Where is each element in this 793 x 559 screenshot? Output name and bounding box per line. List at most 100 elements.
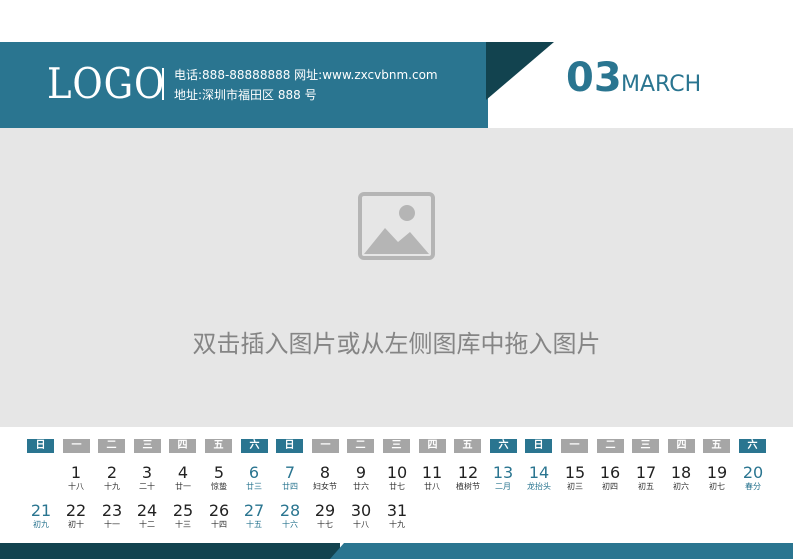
day-number: 10 <box>386 463 408 482</box>
lunar-date: 初六 <box>673 482 689 491</box>
calendar-day[interactable]: 29 十七 <box>308 501 342 530</box>
calendar-day[interactable]: 15 初三 <box>558 463 592 492</box>
lunar-date: 初四 <box>602 482 618 491</box>
contact-address: 地址:深圳市福田区 888 号 <box>174 88 317 102</box>
footer-bar-blue <box>330 543 793 559</box>
day-number: 22 <box>65 501 87 520</box>
contact-phone-website: 电话:888-88888888 网址:www.zxcvbnm.com <box>174 68 438 82</box>
lunar-date: 二十 <box>139 482 155 491</box>
weekday-label: 日 <box>276 439 303 453</box>
calendar-day[interactable]: 19 初七 <box>700 463 734 492</box>
lunar-date: 十七 <box>317 520 333 529</box>
lunar-date: 初九 <box>33 520 49 529</box>
weekday-label: 三 <box>632 439 659 453</box>
calendar-day[interactable]: 8 妇女节 <box>308 463 342 492</box>
weekday-label: 五 <box>703 439 730 453</box>
lunar-date: 十一 <box>104 520 120 529</box>
lunar-date: 十三 <box>175 520 191 529</box>
calendar-day[interactable]: 12 植树节 <box>451 463 485 492</box>
weekday-label: 四 <box>668 439 695 453</box>
calendar-day[interactable]: 11 廿八 <box>415 463 449 492</box>
calendar-day[interactable]: 24 十二 <box>130 501 164 530</box>
day-number: 18 <box>670 463 692 482</box>
day-number: 31 <box>386 501 408 520</box>
calendar-day[interactable]: 23 十一 <box>95 501 129 530</box>
lunar-date: 植树节 <box>456 482 480 491</box>
day-number: 25 <box>172 501 194 520</box>
calendar-day[interactable]: 30 十八 <box>344 501 378 530</box>
lunar-date: 龙抬头 <box>527 482 551 491</box>
calendar-day[interactable]: 28 十六 <box>273 501 307 530</box>
calendar-day[interactable]: 31 十九 <box>380 501 414 530</box>
day-number: 14 <box>528 463 550 482</box>
lunar-date: 二月 <box>495 482 511 491</box>
calendar-day[interactable]: 3 二十 <box>130 463 164 492</box>
lunar-date: 廿八 <box>424 482 440 491</box>
calendar-day[interactable]: 18 初六 <box>664 463 698 492</box>
day-number: 5 <box>213 463 225 482</box>
calendar-day[interactable]: 7 廿四 <box>273 463 307 492</box>
weekday-label: 六 <box>241 439 268 453</box>
weekday-label: 四 <box>169 439 196 453</box>
lunar-date: 廿七 <box>389 482 405 491</box>
weekday-label: 三 <box>383 439 410 453</box>
calendar-day[interactable]: 27 十五 <box>237 501 271 530</box>
calendar-day[interactable]: 26 十四 <box>202 501 236 530</box>
photo-placeholder[interactable] <box>0 128 793 427</box>
lunar-date: 初五 <box>638 482 654 491</box>
day-number: 15 <box>564 463 586 482</box>
lunar-date: 初三 <box>567 482 583 491</box>
calendar-day[interactable]: 6 廿三 <box>237 463 271 492</box>
calendar-day[interactable]: 5 惊蛰 <box>202 463 236 492</box>
day-number: 13 <box>492 463 514 482</box>
weekday-label: 三 <box>134 439 161 453</box>
logo[interactable]: LOGO <box>47 58 165 110</box>
lunar-date: 十五 <box>246 520 262 529</box>
day-number: 4 <box>177 463 189 482</box>
lunar-date: 妇女节 <box>313 482 337 491</box>
calendar-day[interactable]: 17 初五 <box>629 463 663 492</box>
calendar-day[interactable]: 4 廿一 <box>166 463 200 492</box>
day-number: 3 <box>141 463 153 482</box>
photo-placeholder-text: 双击插入图片或从左侧图库中拖入图片 <box>192 330 601 358</box>
weekday-label: 六 <box>739 439 766 453</box>
day-number: 2 <box>106 463 118 482</box>
calendar-day[interactable]: 21 初九 <box>24 501 58 530</box>
month-name: MARCH <box>621 72 702 97</box>
lunar-date: 十九 <box>389 520 405 529</box>
day-number: 7 <box>284 463 296 482</box>
calendar-day[interactable]: 25 十三 <box>166 501 200 530</box>
calendar-day[interactable]: 13 二月 <box>486 463 520 492</box>
lunar-date: 廿六 <box>353 482 369 491</box>
calendar-day[interactable]: 14 龙抬头 <box>522 463 556 492</box>
weekday-label: 六 <box>490 439 517 453</box>
calendar-day[interactable]: 20 春分 <box>736 463 770 492</box>
lunar-date: 十八 <box>353 520 369 529</box>
image-placeholder-icon[interactable] <box>358 192 435 264</box>
month-number: 03 <box>566 55 622 101</box>
day-number: 24 <box>136 501 158 520</box>
weekday-label: 二 <box>98 439 125 453</box>
day-number: 1 <box>70 463 82 482</box>
weekday-label: 二 <box>347 439 374 453</box>
day-number: 26 <box>208 501 230 520</box>
day-number: 9 <box>355 463 367 482</box>
weekday-label: 四 <box>419 439 446 453</box>
lunar-date: 十八 <box>68 482 84 491</box>
calendar-day[interactable]: 22 初十 <box>59 501 93 530</box>
weekday-label: 一 <box>63 439 90 453</box>
day-number: 28 <box>279 501 301 520</box>
day-number: 12 <box>457 463 479 482</box>
lunar-date: 十二 <box>139 520 155 529</box>
day-number: 30 <box>350 501 372 520</box>
day-number: 17 <box>635 463 657 482</box>
calendar-day[interactable]: 1 十八 <box>59 463 93 492</box>
day-number: 8 <box>319 463 331 482</box>
calendar-day[interactable]: 16 初四 <box>593 463 627 492</box>
lunar-date: 廿四 <box>282 482 298 491</box>
calendar-day[interactable]: 10 廿七 <box>380 463 414 492</box>
day-number: 29 <box>314 501 336 520</box>
lunar-date: 廿一 <box>175 482 191 491</box>
calendar-day[interactable]: 9 廿六 <box>344 463 378 492</box>
calendar-day[interactable]: 2 十九 <box>95 463 129 492</box>
